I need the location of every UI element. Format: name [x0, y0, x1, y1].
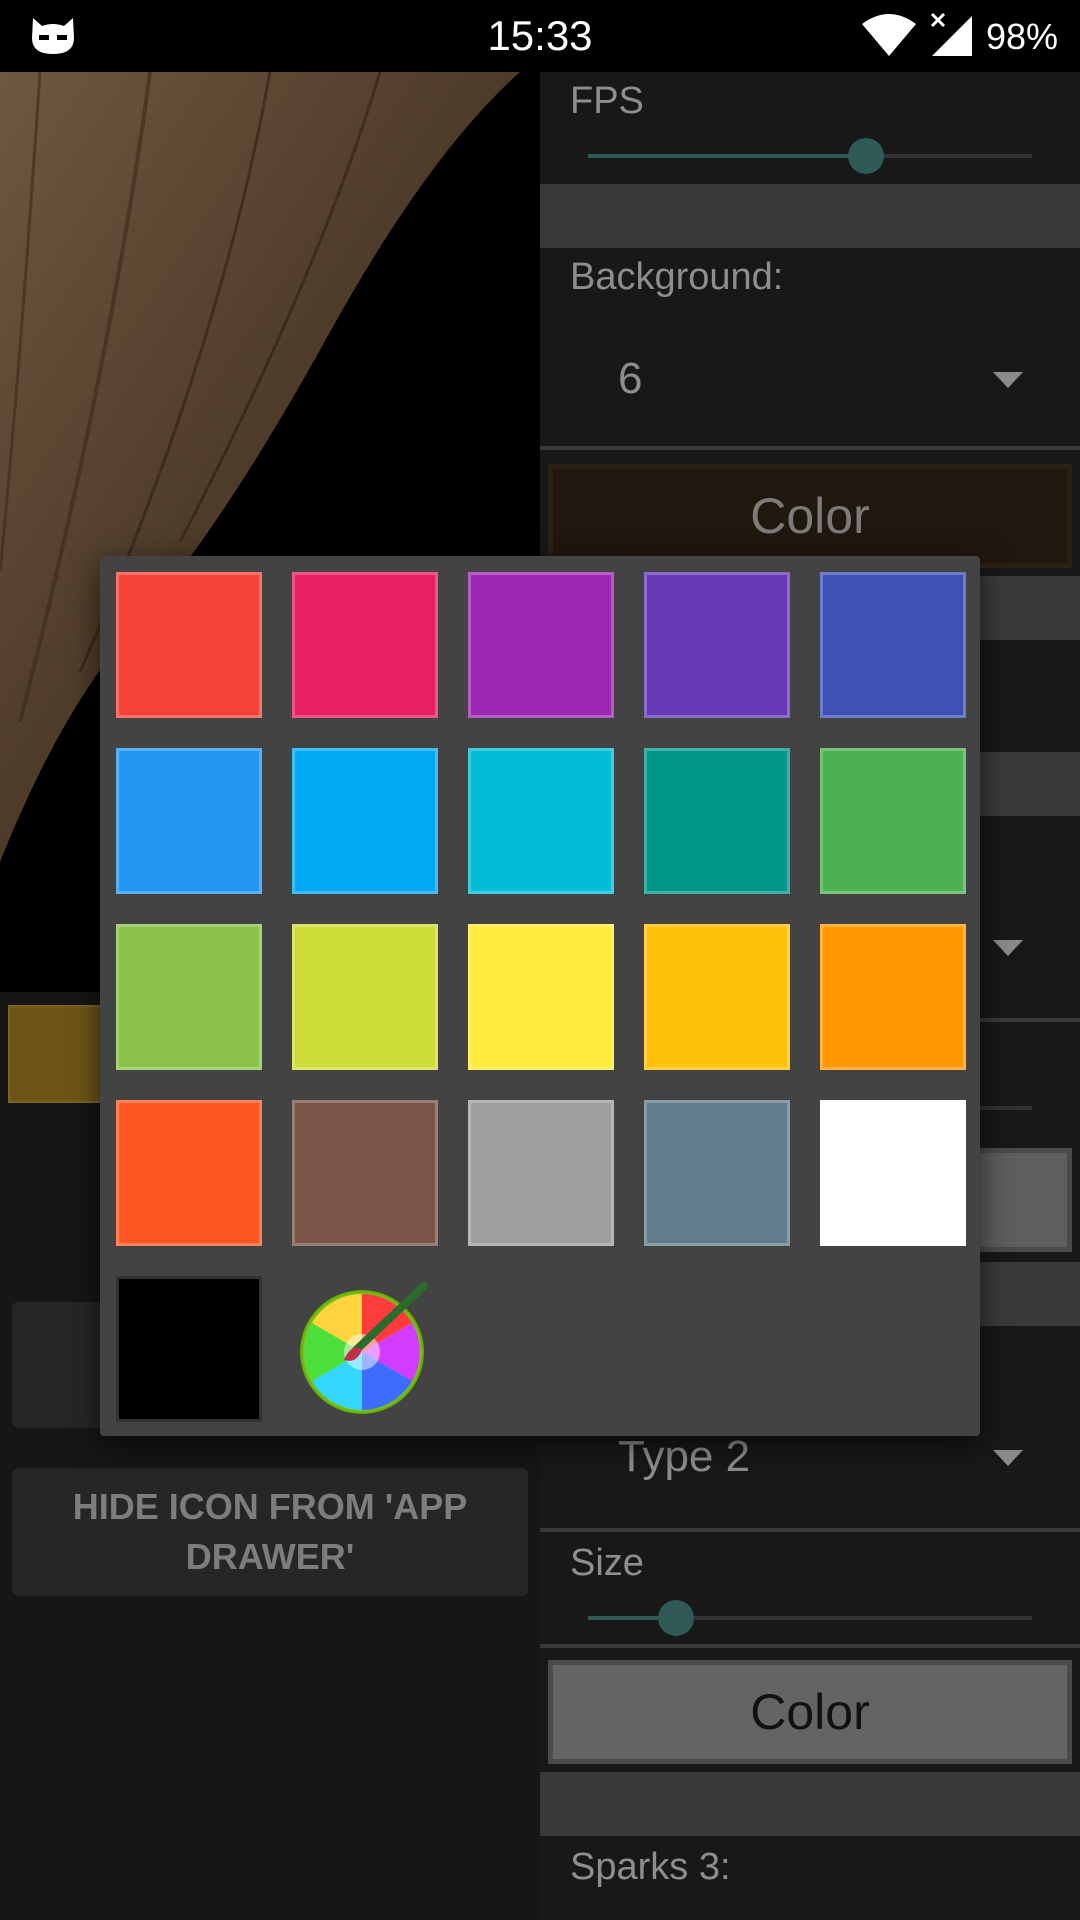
hide-icon-button[interactable]: HIDE ICON FROM 'APP DRAWER' — [12, 1468, 528, 1596]
slider-underline — [540, 1644, 1080, 1648]
dropdown-caret-icon[interactable] — [993, 1450, 1023, 1466]
color-wheel-brush-icon[interactable] — [296, 1280, 432, 1416]
color-swatch[interactable] — [116, 924, 262, 1070]
color-swatch[interactable] — [292, 572, 438, 718]
color-swatch[interactable] — [292, 924, 438, 1070]
fps-label: FPS — [570, 80, 644, 122]
color-swatch[interactable] — [644, 572, 790, 718]
color-swatch[interactable] — [820, 748, 966, 894]
color-swatch[interactable] — [468, 1100, 614, 1246]
color-swatch[interactable] — [644, 748, 790, 894]
color-swatch[interactable] — [292, 1100, 438, 1246]
fps-slider-thumb[interactable] — [848, 138, 884, 174]
sparks-label: Sparks 3: — [570, 1846, 731, 1888]
fps-slider-fill — [588, 154, 866, 158]
color-swatch[interactable] — [116, 1276, 262, 1422]
size-label: Size — [570, 1542, 644, 1584]
spinner-underline — [540, 446, 1080, 450]
type-spinner-value[interactable]: Type 2 — [618, 1432, 750, 1482]
color-swatch[interactable] — [292, 748, 438, 894]
spinner-underline — [540, 1528, 1080, 1532]
color-swatch[interactable] — [468, 572, 614, 718]
status-bar: 15:33 98% — [0, 0, 1080, 72]
color-swatch[interactable] — [820, 924, 966, 1070]
color-swatch[interactable] — [116, 572, 262, 718]
color-swatch[interactable] — [644, 1100, 790, 1246]
color-swatch[interactable] — [820, 572, 966, 718]
color-swatch[interactable] — [116, 1100, 262, 1246]
color-swatch[interactable] — [468, 924, 614, 1070]
separator — [540, 1772, 1080, 1836]
color-swatch[interactable] — [468, 748, 614, 894]
wifi-icon — [862, 14, 916, 56]
background-spinner-value[interactable]: 6 — [618, 354, 642, 404]
separator — [540, 184, 1080, 248]
status-time: 15:33 — [487, 12, 593, 59]
dropdown-caret-icon[interactable] — [993, 940, 1023, 956]
screen: { "status_bar": { "time": "15:33", "batt… — [0, 0, 1080, 1920]
battery-level: 98% — [985, 16, 1058, 57]
color-swatch[interactable] — [820, 1100, 966, 1246]
sparks-color-button[interactable]: Color — [548, 1660, 1072, 1764]
signal-no-data-icon — [930, 12, 972, 56]
background-label: Background: — [570, 256, 784, 298]
size-slider-thumb[interactable] — [658, 1600, 694, 1636]
color-swatch[interactable] — [644, 924, 790, 1070]
color-swatch[interactable] — [116, 748, 262, 894]
background-color-button[interactable]: Color — [548, 464, 1072, 568]
dropdown-caret-icon[interactable] — [993, 372, 1023, 388]
